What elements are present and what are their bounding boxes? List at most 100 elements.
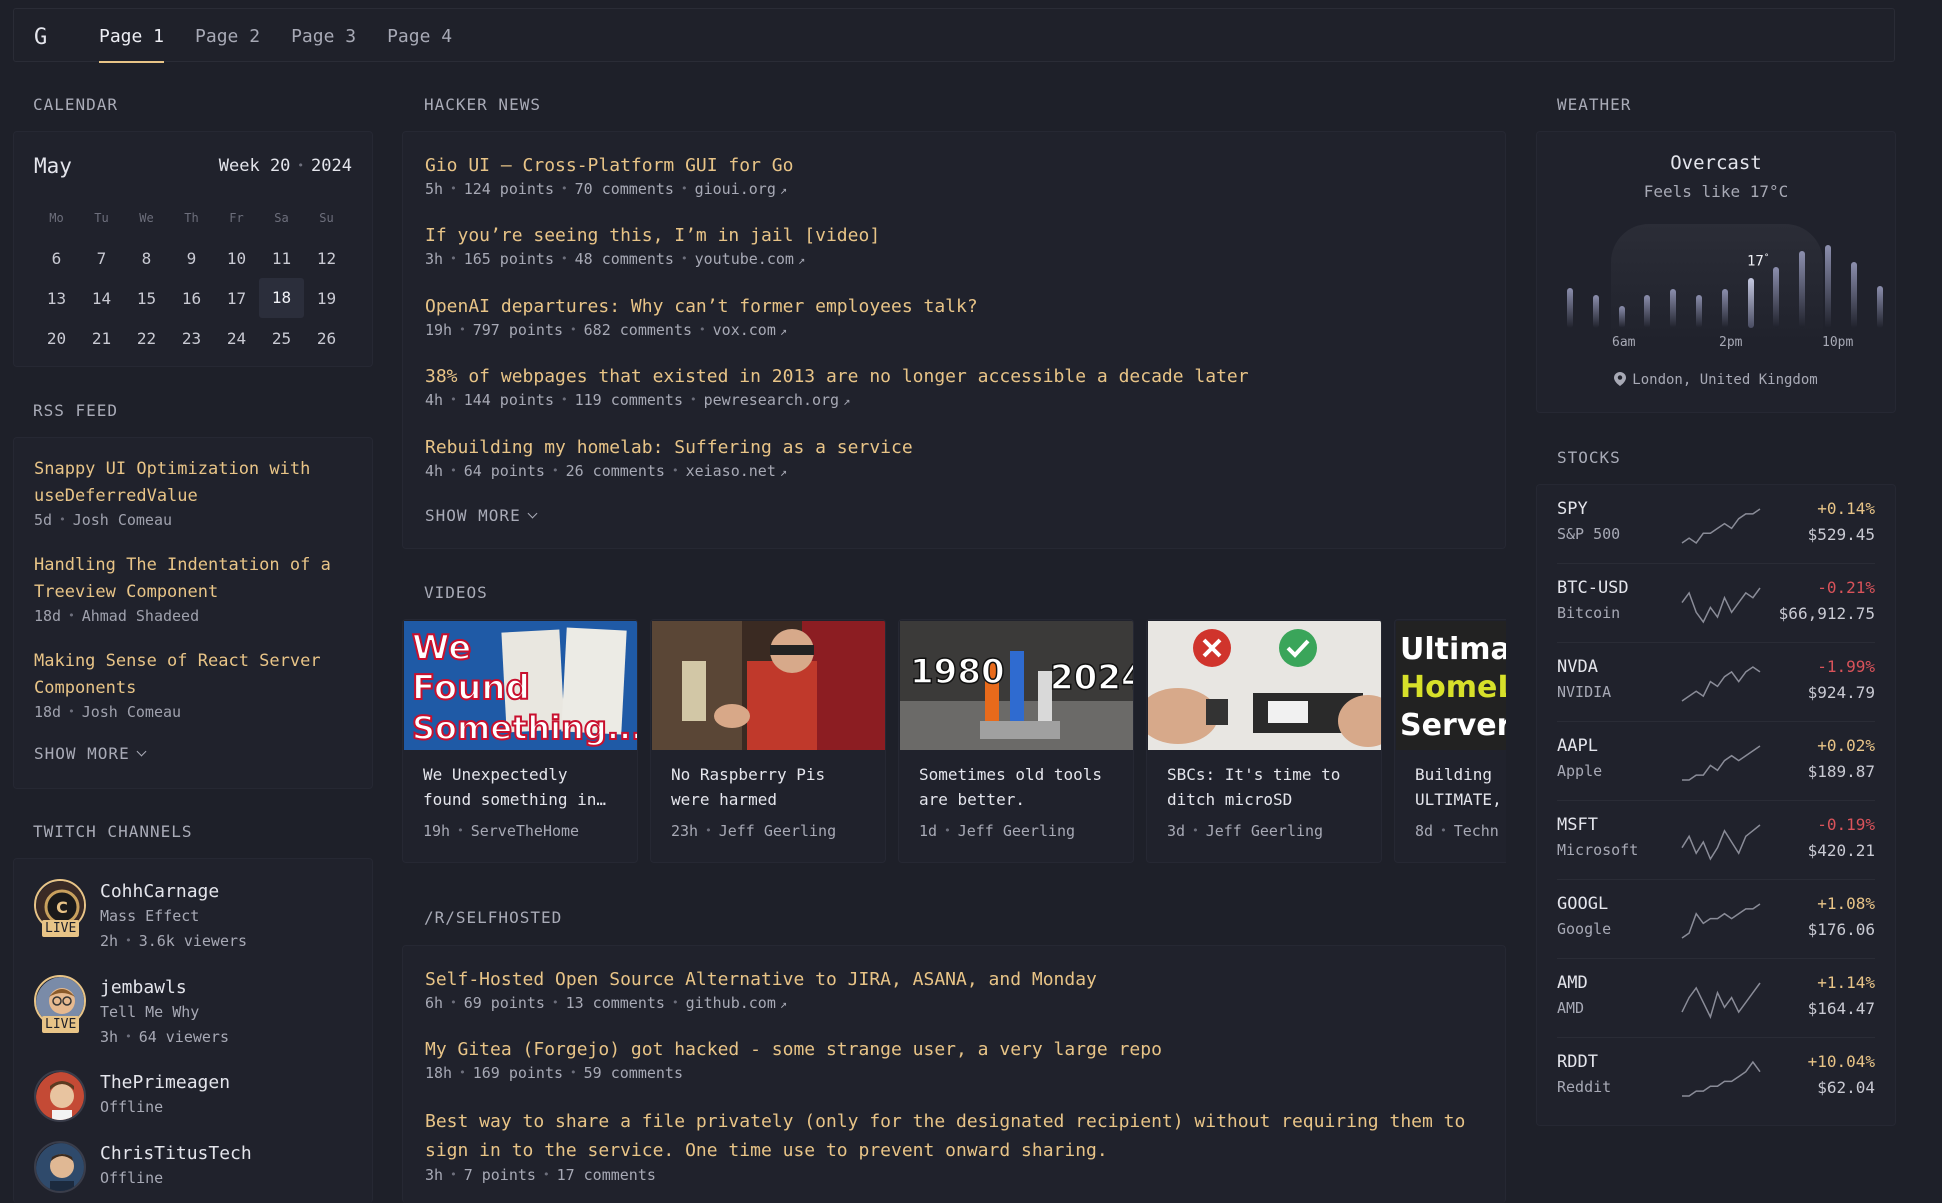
svg-text:We: We — [412, 628, 471, 668]
video-thumbnail[interactable]: Ultimate HomeLab Server — [1396, 621, 1506, 750]
video-thumbnail[interactable] — [652, 621, 885, 750]
hacker-news-title: HACKER NEWS — [424, 95, 541, 114]
stock-row-nvda[interactable]: NVDA NVIDIA -1.99% $924.79 — [1557, 643, 1875, 722]
stock-name: AMD — [1557, 999, 1585, 1017]
external-link-icon[interactable]: ↗ — [780, 180, 787, 200]
video-card[interactable]: SBCs: It's time toditch microSD 3dJeff G… — [1146, 619, 1382, 863]
avatar — [34, 1070, 86, 1122]
weekday-label: Fr — [229, 211, 244, 225]
external-link-icon[interactable]: ↗ — [780, 321, 787, 341]
external-link-icon[interactable]: ↗ — [780, 994, 787, 1014]
news-item[interactable]: 38% of webpages that existed in 2013 are… — [425, 363, 1505, 412]
svg-text:Server: Server — [1400, 708, 1506, 743]
external-link-icon[interactable]: ↗ — [843, 391, 850, 411]
hourly-bar — [1593, 295, 1599, 328]
hour-label: 6am — [1612, 335, 1636, 350]
calendar-week: Week 202024 — [219, 156, 352, 176]
calendar-day: 11 — [271, 248, 292, 268]
hourly-bar — [1567, 288, 1573, 328]
external-link-icon[interactable]: ↗ — [798, 250, 805, 270]
video-card[interactable]: 1980 2024 Sometimes old toolsare better.… — [898, 619, 1134, 863]
stock-row-spy[interactable]: SPY S&P 500 +0.14% $529.45 — [1557, 485, 1875, 564]
video-thumbnail[interactable] — [1148, 621, 1381, 750]
news-item[interactable]: Rebuilding my homelab: Suffering as a se… — [425, 434, 1505, 483]
hourly-bar — [1877, 286, 1883, 328]
news-item[interactable]: Gio UI – Cross-Platform GUI for Go 5h124… — [425, 152, 1505, 201]
news-show-more-button[interactable]: SHOW MORE — [425, 506, 538, 525]
video-card[interactable]: We Found Something... We Unexpectedly fou… — [402, 619, 638, 863]
calendar-weekday-header: Mo Tu We Th Fr Sa Su — [34, 204, 350, 232]
stock-symbol[interactable]: MSFT — [1557, 815, 1598, 835]
current-temperature: 17° — [1747, 253, 1770, 270]
calendar-day-today: 18 — [259, 278, 304, 318]
calendar-day: 15 — [136, 288, 157, 308]
tab-page-2[interactable]: Page 2 — [195, 9, 260, 63]
stock-change: +1.14% — [1817, 973, 1875, 992]
video-card[interactable]: Ultimate HomeLab Server BuildingULTIMATE… — [1394, 619, 1506, 863]
news-item[interactable]: My Gitea (Forgejo) got hacked - some str… — [425, 1036, 1505, 1085]
rss-item[interactable]: Snappy UI Optimization with useDeferredV… — [34, 456, 354, 529]
rss-item[interactable]: Making Sense of React Server Components … — [34, 648, 354, 721]
calendar-days: 6 7 8 9 10 11 12 13 14 15 16 17 18 19 20 21 22 23 24 25 26 — [34, 238, 350, 358]
stock-change: +0.02% — [1817, 736, 1875, 755]
calendar-day: 14 — [91, 288, 112, 308]
stock-change: -0.19% — [1817, 815, 1875, 834]
calendar-day: 9 — [186, 248, 197, 268]
news-item[interactable]: OpenAI departures: Why can’t former empl… — [425, 293, 1505, 342]
stock-row-btc-usd[interactable]: BTC-USD Bitcoin -0.21% $66,912.75 — [1557, 564, 1875, 643]
external-link-icon[interactable]: ↗ — [780, 462, 787, 482]
news-item[interactable]: Best way to share a file privately (only… — [425, 1107, 1505, 1187]
stock-symbol[interactable]: BTC-USD — [1557, 578, 1629, 598]
twitch-title: TWITCH CHANNELS — [33, 822, 193, 841]
tab-page-1[interactable]: Page 1 — [99, 9, 165, 63]
location-pin-icon — [1614, 372, 1627, 386]
video-card[interactable]: No Raspberry Piswere harmed 23hJeff Geer… — [650, 619, 886, 863]
stocks-title: STOCKS — [1557, 448, 1621, 467]
calendar-day: 8 — [141, 248, 152, 268]
stock-row-rddt[interactable]: RDDT Reddit +10.04% $62.04 — [1557, 1038, 1875, 1117]
video-thumbnail[interactable]: 1980 2024 — [900, 621, 1133, 750]
news-item[interactable]: Self-Hosted Open Source Alternative to J… — [425, 966, 1505, 1015]
rss-feed-widget: Snappy UI Optimization with useDeferredV… — [13, 437, 373, 789]
stock-row-msft[interactable]: MSFT Microsoft -0.19% $420.21 — [1557, 801, 1875, 880]
hour-label: 2pm — [1719, 335, 1743, 350]
calendar-day: 23 — [181, 328, 202, 348]
weekday-label: Tu — [94, 211, 109, 225]
video-thumbnail[interactable]: We Found Something... — [404, 621, 637, 750]
weather-location: London, United Kingdom — [1537, 372, 1895, 388]
stock-symbol[interactable]: RDDT — [1557, 1052, 1598, 1072]
stock-change: -0.21% — [1817, 578, 1875, 597]
tab-page-4[interactable]: Page 4 — [387, 9, 452, 63]
stock-symbol[interactable]: GOOGL — [1557, 894, 1608, 914]
stock-row-aapl[interactable]: AAPL Apple +0.02% $189.87 — [1557, 722, 1875, 801]
chevron-down-icon — [527, 508, 538, 519]
selfhosted-title: /R/SELFHOSTED — [424, 908, 563, 927]
rss-item[interactable]: Handling The Indentation of a Treeview C… — [34, 552, 354, 625]
stock-name: Reddit — [1557, 1078, 1612, 1096]
logo[interactable]: G — [34, 25, 47, 50]
hour-label: 10pm — [1822, 335, 1854, 350]
stock-row-amd[interactable]: AMD AMD +1.14% $164.47 — [1557, 959, 1875, 1038]
stock-symbol[interactable]: SPY — [1557, 499, 1588, 519]
stock-symbol[interactable]: AMD — [1557, 973, 1588, 993]
page-tabs: Page 1 Page 2 Page 3 Page 4 — [99, 9, 483, 63]
rss-show-more-button[interactable]: SHOW MORE — [34, 744, 147, 763]
calendar-day: 24 — [226, 328, 247, 348]
tab-page-3[interactable]: Page 3 — [291, 9, 356, 63]
hourly-bar — [1825, 245, 1831, 328]
stock-row-googl[interactable]: GOOGL Google +1.08% $176.06 — [1557, 880, 1875, 959]
weather-title: WEATHER — [1557, 95, 1632, 114]
weekday-label: Sa — [274, 211, 289, 225]
calendar-week-row: 20 21 22 23 24 25 26 — [34, 318, 350, 358]
svg-text:Found: Found — [412, 668, 530, 708]
stock-sparkline — [1681, 824, 1761, 861]
news-item[interactable]: If you’re seeing this, I’m in jail [vide… — [425, 222, 1505, 271]
hourly-bar — [1851, 262, 1857, 328]
videos-carousel: We Found Something... We Unexpectedly fou… — [402, 619, 1506, 863]
stock-price: $62.04 — [1817, 1078, 1875, 1097]
calendar-day: 25 — [271, 328, 292, 348]
stock-price: $529.45 — [1807, 525, 1875, 544]
twitch-channels-widget: C LIVE CohhCarnage Mass Effect 2h3.6k vi… — [13, 858, 373, 1203]
stock-symbol[interactable]: NVDA — [1557, 657, 1598, 677]
stock-symbol[interactable]: AAPL — [1557, 736, 1598, 756]
